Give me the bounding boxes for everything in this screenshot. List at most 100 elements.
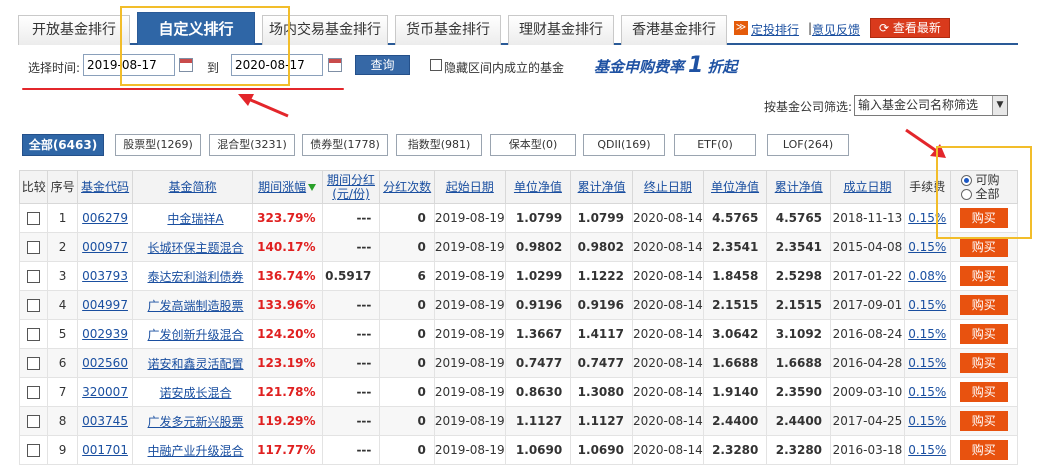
- buy-button[interactable]: 购买: [959, 237, 1008, 257]
- table-cell-code[interactable]: 006279: [76, 203, 134, 233]
- table-cell-seq: 2: [47, 232, 78, 262]
- col-name[interactable]: 基金简称: [132, 170, 253, 204]
- category-principal[interactable]: 保本型(0): [490, 134, 576, 156]
- calendar-icon[interactable]: [328, 58, 342, 72]
- category-index[interactable]: 指数型(981): [396, 134, 482, 156]
- col-unit-nav[interactable]: 单位净值: [504, 170, 572, 204]
- col-acc-nav-end[interactable]: 累计净值: [766, 170, 832, 204]
- col-div-times-label: 分红次数: [383, 180, 432, 194]
- table-cell-name[interactable]: 广发多元新兴股票: [132, 406, 253, 436]
- table-cell-seq: 8: [47, 406, 78, 436]
- table-cell-fee[interactable]: 0.08%: [903, 261, 951, 291]
- table-cell-seq: 1: [47, 203, 78, 233]
- table-cell-acc-nav: 0.7477: [570, 348, 633, 378]
- table-cell-acc-nav-end: 2.3280: [766, 435, 832, 465]
- compare-checkbox[interactable]: [27, 444, 41, 457]
- table-cell-name[interactable]: 长城环保主题混合: [132, 232, 253, 262]
- category-lof[interactable]: LOF(264): [767, 134, 849, 156]
- table-cell-code[interactable]: 003793: [76, 261, 134, 291]
- buy-button[interactable]: 购买: [959, 353, 1008, 373]
- compare-checkbox[interactable]: [27, 328, 41, 341]
- table-cell-change: 117.77%: [251, 435, 323, 465]
- table-cell-end-date: 2020-08-14: [631, 406, 704, 436]
- search-button[interactable]: 查询: [355, 55, 410, 75]
- buy-button[interactable]: 购买: [959, 440, 1008, 460]
- compare-checkbox[interactable]: [27, 415, 41, 428]
- dt-ranking-link[interactable]: 定投排行: [751, 21, 799, 38]
- table-cell-change: 133.96%: [251, 290, 323, 320]
- category-all[interactable]: 全部(6463): [22, 134, 104, 156]
- buy-button[interactable]: 购买: [959, 411, 1008, 431]
- table-cell-change: 140.17%: [251, 232, 323, 262]
- table-cell-unit-nav-end: 3.0642: [702, 319, 768, 349]
- view-latest-button[interactable]: ⟳ 查看最新: [870, 18, 950, 38]
- category-stock[interactable]: 股票型(1269): [115, 134, 201, 156]
- table-cell-change: 121.78%: [251, 377, 323, 407]
- col-unit-nav-end[interactable]: 单位净值: [702, 170, 768, 204]
- table-cell-start-date: 2019-08-19: [433, 435, 506, 465]
- table-cell-name[interactable]: 泰达宏利溢利债券: [132, 261, 253, 291]
- tab-hk-fund[interactable]: 香港基金排行: [621, 15, 727, 45]
- table-cell-acc-nav-end: 2.1515: [766, 290, 832, 320]
- tab-open-fund[interactable]: 开放基金排行: [18, 15, 130, 45]
- tab-money-fund[interactable]: 货币基金排行: [395, 15, 501, 45]
- table-cell-acc-nav: 1.1222: [570, 261, 633, 291]
- buy-button[interactable]: 购买: [959, 324, 1008, 344]
- compare-checkbox[interactable]: [27, 299, 41, 312]
- compare-checkbox[interactable]: [27, 241, 41, 254]
- compare-checkbox[interactable]: [27, 357, 41, 370]
- table-cell-code[interactable]: 000977: [76, 232, 134, 262]
- table-cell-end-date: 2020-08-14: [631, 348, 704, 378]
- col-unit-nav-end-label: 单位净值: [711, 180, 760, 194]
- col-code[interactable]: 基金代码: [76, 170, 134, 204]
- table-cell-fee[interactable]: 0.15%: [903, 290, 951, 320]
- buy-button[interactable]: 购买: [959, 382, 1008, 402]
- table-cell-name[interactable]: 诺安和鑫灵活配置: [132, 348, 253, 378]
- table-cell-acc-nav: 1.0690: [570, 435, 633, 465]
- table-cell-code[interactable]: 320007: [76, 377, 134, 407]
- table-cell-code[interactable]: 002939: [76, 319, 134, 349]
- table-cell-fee[interactable]: 0.15%: [903, 406, 951, 436]
- table-cell-fee[interactable]: 0.15%: [903, 319, 951, 349]
- table-cell-name[interactable]: 诺安成长混合: [132, 377, 253, 407]
- tab-wealth-fund[interactable]: 理财基金排行: [508, 15, 614, 45]
- buy-button[interactable]: 购买: [959, 266, 1008, 286]
- buy-button[interactable]: 购买: [959, 295, 1008, 315]
- category-bond[interactable]: 债券型(1778): [302, 134, 388, 156]
- table-cell-dividend: ---: [321, 406, 381, 436]
- category-qdii[interactable]: QDII(169): [583, 134, 665, 156]
- compare-checkbox[interactable]: [27, 270, 41, 283]
- col-start-date[interactable]: 起始日期: [433, 170, 506, 204]
- fee-promo[interactable]: 基金申购费率 1 折起: [594, 53, 737, 78]
- table-cell-name[interactable]: 广发创新升级混合: [132, 319, 253, 349]
- col-found-date[interactable]: 成立日期: [830, 170, 905, 204]
- table-cell-end-date: 2020-08-14: [631, 435, 704, 465]
- col-div-times[interactable]: 分红次数: [379, 170, 435, 204]
- category-etf[interactable]: ETF(0): [674, 134, 756, 156]
- table-cell-code[interactable]: 004997: [76, 290, 134, 320]
- hide-new-funds-checkbox[interactable]: [430, 59, 442, 71]
- table-cell-code[interactable]: 001701: [76, 435, 134, 465]
- table-cell-fee[interactable]: 0.15%: [903, 377, 951, 407]
- category-mixed[interactable]: 混合型(3231): [209, 134, 295, 156]
- table-cell-name[interactable]: 广发高端制造股票: [132, 290, 253, 320]
- compare-checkbox[interactable]: [27, 212, 41, 225]
- col-acc-nav[interactable]: 累计净值: [570, 170, 633, 204]
- col-dividend[interactable]: 期间分红 (元/份): [321, 170, 381, 204]
- compare-checkbox[interactable]: [27, 386, 41, 399]
- table-cell-code[interactable]: 003745: [76, 406, 134, 436]
- col-change[interactable]: 期间涨幅: [251, 170, 323, 204]
- highlight-box: [120, 6, 290, 86]
- company-filter-select[interactable]: 输入基金公司名称筛选 ▼: [854, 95, 1008, 116]
- feedback-link[interactable]: 意见反馈: [812, 21, 860, 38]
- table-cell-acc-nav: 1.4117: [570, 319, 633, 349]
- table-cell-name[interactable]: 中融产业升级混合: [132, 435, 253, 465]
- table-cell-name[interactable]: 中金瑞祥A: [132, 203, 253, 233]
- company-filter-label: 按基金公司筛选:: [764, 100, 853, 114]
- table-cell-fee[interactable]: 0.15%: [903, 348, 951, 378]
- table-cell-fee[interactable]: 0.15%: [903, 435, 951, 465]
- annotation-underline: [22, 88, 344, 90]
- col-name-label: 基金简称: [168, 180, 217, 194]
- table-cell-code[interactable]: 002560: [76, 348, 134, 378]
- col-end-date[interactable]: 终止日期: [631, 170, 704, 204]
